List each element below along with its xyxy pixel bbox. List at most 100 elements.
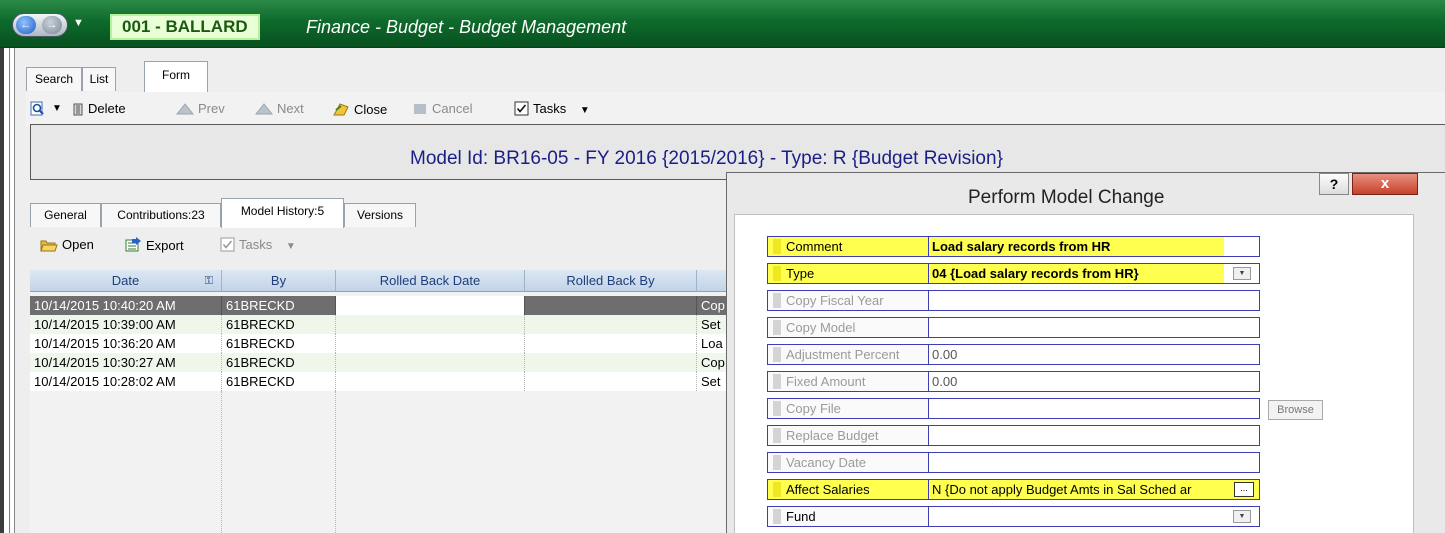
affect-salaries-field[interactable]: N {Do not apply Budget Amts in Sal Sched… <box>929 479 1260 500</box>
prev-button[interactable]: Prev <box>176 101 225 116</box>
column-header-rolled-back-date[interactable]: Rolled Back Date <box>336 270 525 292</box>
field-label-copy-file-text: Copy File <box>786 401 841 416</box>
field-label-fund-text: Fund <box>786 509 816 524</box>
field-label-fixed-amount-text: Fixed Amount <box>786 374 866 389</box>
folder-open-icon <box>40 240 58 252</box>
table-row[interactable]: 10/14/2015 10:36:20 AM 61BRECKD Loa <box>30 334 730 353</box>
affect-salaries-value: N {Do not apply Budget Amts in Sal Sched… <box>932 482 1192 497</box>
close-button[interactable]: Close <box>332 101 387 117</box>
next-arrow-icon <box>255 103 273 115</box>
row-grip <box>773 293 781 308</box>
cell-date: 10/14/2015 10:40:20 AM <box>30 296 222 315</box>
browse-button[interactable]: Browse <box>1268 400 1323 420</box>
model-title: Model Id: BR16-05 - FY 2016 {2015/2016} … <box>410 148 1003 169</box>
checkbox-icon <box>514 101 529 116</box>
delete-button[interactable]: Delete <box>72 101 126 116</box>
back-arrow-icon[interactable]: ← <box>16 16 36 34</box>
cancel-label: Cancel <box>432 101 473 116</box>
field-label-fixed-amount: Fixed Amount <box>767 371 929 392</box>
field-label-type: Type <box>767 263 929 284</box>
history-tasks-button[interactable]: Tasks ▼ <box>220 237 296 252</box>
left-frame <box>0 48 4 533</box>
tasks-button[interactable]: Tasks ▼ <box>514 101 590 116</box>
tab-contributions[interactable]: Contributions:23 <box>101 203 221 227</box>
field-label-copy-model: Copy Model <box>767 317 929 338</box>
field-label-replace-budget-text: Replace Budget <box>786 428 879 443</box>
prev-label: Prev <box>198 101 225 116</box>
tab-form[interactable]: Form <box>144 61 208 92</box>
magnifier-page-icon <box>30 101 44 116</box>
vacancy-date-field[interactable] <box>929 452 1260 473</box>
row-grip <box>773 401 781 416</box>
row-grip <box>773 509 781 524</box>
table-row[interactable]: 10/14/2015 10:30:27 AM 61BRECKD Cop <box>30 353 730 372</box>
fixed-amount-field[interactable]: 0.00 <box>929 371 1260 392</box>
filter-icon[interactable]: ⚿ <box>205 270 213 292</box>
tab-search[interactable]: Search <box>26 67 82 91</box>
open-label: Open <box>62 237 94 252</box>
main-toolbar: ▼ Delete Prev Next Close Cancel Tasks ▼ <box>26 92 1445 126</box>
column-header-rolled-back-by[interactable]: Rolled Back By <box>525 270 697 292</box>
column-header-date[interactable]: Date ⚿ <box>30 270 222 292</box>
copy-model-field[interactable] <box>929 317 1260 338</box>
cell-by: 61BRECKD <box>222 315 336 334</box>
fund-select[interactable]: ▼ <box>929 506 1260 527</box>
forward-arrow-icon[interactable]: → <box>42 16 62 34</box>
field-label-affect-salaries: Affect Salaries <box>767 479 929 500</box>
field-label-copy-file: Copy File <box>767 398 929 419</box>
tab-model-history[interactable]: Model History:5 <box>221 198 344 228</box>
row-grip <box>773 347 781 362</box>
cell-by: 61BRECKD <box>222 334 336 353</box>
organization-badge[interactable]: 001 - BALLARD <box>110 14 260 40</box>
nav-dropdown-icon[interactable]: ▼ <box>73 17 84 29</box>
open-button[interactable]: Open <box>40 237 94 252</box>
cell-rolled-back-by <box>525 372 697 391</box>
type-select[interactable]: 04 {Load salary records from HR} ▼ <box>929 263 1260 284</box>
type-dropdown-icon[interactable]: ▼ <box>1233 267 1251 280</box>
cell-by: 61BRECKD <box>222 372 336 391</box>
replace-budget-field[interactable] <box>929 425 1260 446</box>
cell-rolled-back-date <box>336 315 525 334</box>
cell-rolled-back-date <box>336 372 525 391</box>
field-label-copy-fiscal-year: Copy Fiscal Year <box>767 290 929 311</box>
copy-fiscal-year-field[interactable] <box>929 290 1260 311</box>
export-label: Export <box>146 238 184 253</box>
column-guide <box>335 391 336 533</box>
table-row[interactable]: 10/14/2015 10:39:00 AM 61BRECKD Set <box>30 315 730 334</box>
search-dropdown-icon[interactable]: ▼ <box>52 103 62 114</box>
trash-icon <box>73 103 83 116</box>
table-row[interactable]: 10/14/2015 10:40:20 AM 61BRECKD Cop <box>30 296 730 315</box>
title-bar: ← → ▼ 001 - BALLARD Finance - Budget - B… <box>0 0 1445 48</box>
field-label-copy-fiscal-year-text: Copy Fiscal Year <box>786 293 884 308</box>
search-record-button[interactable] <box>30 101 50 117</box>
cell-rolled-back-date <box>336 334 525 353</box>
adjustment-percent-field[interactable]: 0.00 <box>929 344 1260 365</box>
tab-versions[interactable]: Versions <box>344 203 416 227</box>
field-label-adjustment-percent-text: Adjustment Percent <box>786 347 900 362</box>
comment-field[interactable]: Load salary records from HR <box>929 236 1260 257</box>
row-grip <box>773 455 781 470</box>
column-header-date-label: Date <box>111 273 140 288</box>
column-header-by[interactable]: By <box>222 270 336 292</box>
next-button[interactable]: Next <box>255 101 304 116</box>
tab-general[interactable]: General <box>30 203 101 227</box>
next-label: Next <box>277 101 304 116</box>
cell-date: 10/14/2015 10:36:20 AM <box>30 334 222 353</box>
ellipsis-lookup-icon[interactable]: ... <box>1234 482 1254 497</box>
left-frame-line <box>9 48 10 533</box>
field-label-affect-salaries-text: Affect Salaries <box>786 482 870 497</box>
copy-file-field[interactable] <box>929 398 1260 419</box>
cell-rolled-back-by <box>525 315 697 334</box>
tab-list[interactable]: List <box>82 67 116 91</box>
cancel-button[interactable]: Cancel <box>412 101 472 116</box>
table-row[interactable]: 10/14/2015 10:28:02 AM 61BRECKD Set <box>30 372 730 391</box>
help-button[interactable]: ? <box>1319 173 1349 195</box>
export-button[interactable]: Export <box>124 237 184 253</box>
column-guide <box>221 391 222 533</box>
field-label-copy-model-text: Copy Model <box>786 320 856 335</box>
field-label-adjustment-percent: Adjustment Percent <box>767 344 929 365</box>
dialog-close-button[interactable]: x <box>1352 173 1418 195</box>
cancel-icon <box>414 104 426 114</box>
model-history-grid: Date ⚿ By Rolled Back Date Rolled Back B… <box>30 270 730 533</box>
fund-dropdown-icon[interactable]: ▼ <box>1233 510 1251 523</box>
